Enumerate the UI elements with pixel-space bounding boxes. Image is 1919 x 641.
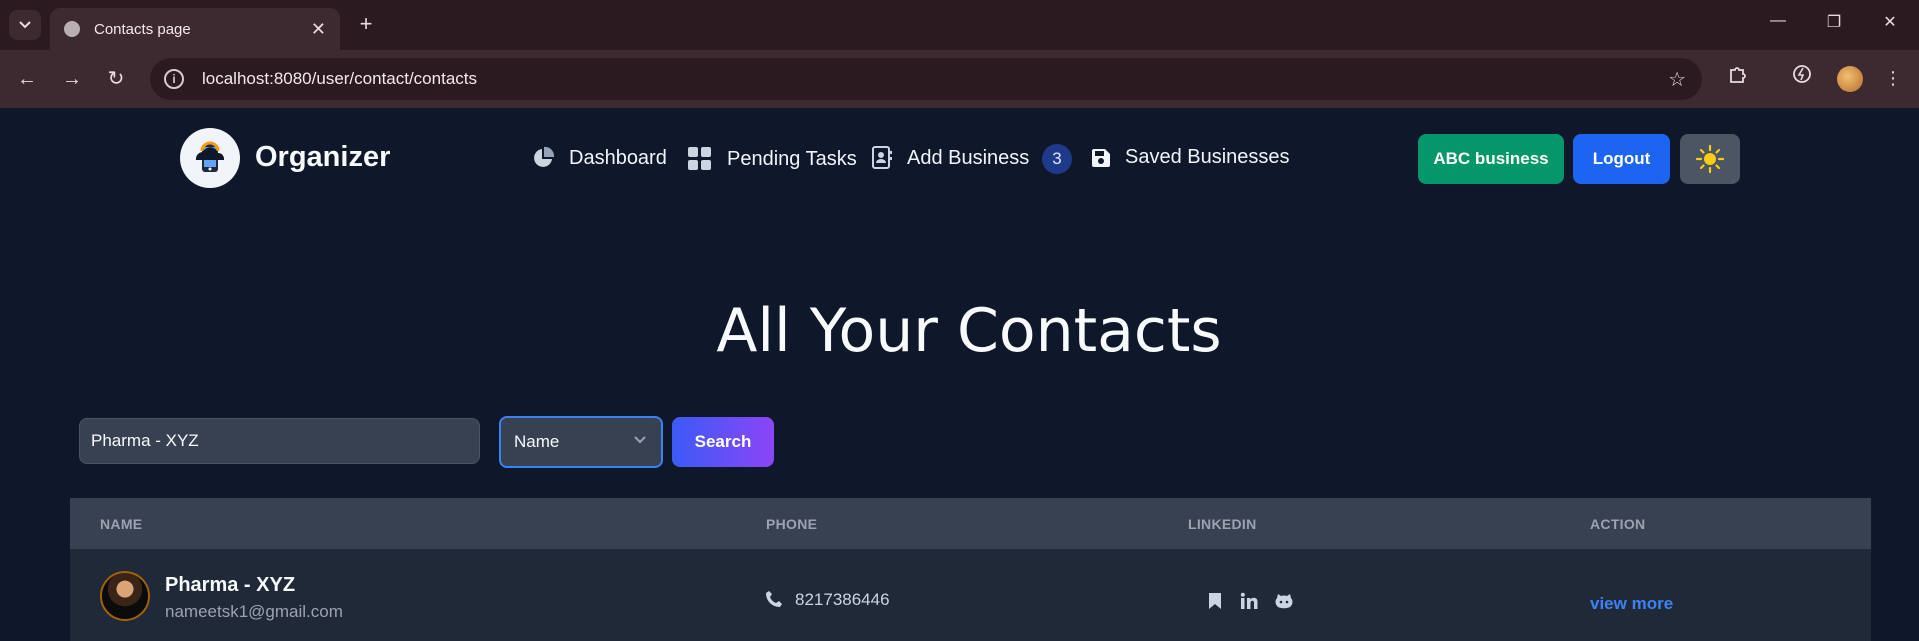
view-more-link[interactable]: view more [1590,594,1673,614]
search-field-select[interactable]: Name [499,416,663,468]
theme-toggle-button[interactable] [1680,134,1740,184]
close-tab-icon[interactable]: ✕ [311,19,326,40]
column-header-action: ACTION [1590,516,1646,532]
tab-title: Contacts page [94,20,191,38]
chevron-down-icon [634,436,646,444]
table-row: Pharma - XYZ nameetsk1@gmail.com 8217386… [70,549,1871,641]
nav-pending-tasks-label: Pending Tasks [727,147,857,170]
logout-button[interactable]: Logout [1573,134,1670,184]
phone-icon [766,591,782,607]
back-icon[interactable]: ← [15,67,39,91]
nav-pending-tasks[interactable]: Pending Tasks [687,146,857,172]
profile-avatar[interactable] [1837,66,1863,92]
column-header-name: NAME [100,516,143,532]
business-button[interactable]: ABC business [1418,134,1564,184]
nav-add-business-label: Add Business [907,146,1030,169]
nav-add-business[interactable]: Add Business [871,146,1029,170]
contact-email: nameetsk1@gmail.com [165,602,343,621]
reload-icon[interactable]: ↻ [104,67,128,91]
browser-toolbar: ← → ↻ i localhost:8080/user/contact/cont… [0,50,1919,108]
grid-icon [688,147,711,170]
github-icon[interactable] [1275,592,1293,610]
address-bar[interactable]: i localhost:8080/user/contact/contacts ☆ [150,58,1702,100]
search-button[interactable]: Search [672,417,774,467]
forward-icon[interactable]: → [60,67,84,91]
avatar [100,571,150,621]
pie-chart-icon [534,146,555,167]
contact-book-icon [872,146,892,169]
sun-icon [1695,144,1725,174]
nav-dashboard-label: Dashboard [569,146,667,169]
table-header: NAME PHONE LINKEDIN ACTION [70,498,1871,549]
contact-phone: 8217386446 [795,590,890,609]
column-header-linkedin: LINKEDIN [1188,516,1257,532]
chevron-down-icon [19,21,31,29]
globe-icon [64,21,80,37]
nav-saved-businesses-label: Saved Businesses [1125,146,1290,168]
tab-search-button[interactable] [9,10,41,40]
browser-tabstrip: Contacts page ✕ + — ❐ ✕ [0,0,1919,50]
bookmark-icon[interactable] [1208,592,1222,610]
contact-name: Pharma - XYZ [165,574,296,596]
url-text: localhost:8080/user/contact/contacts [202,69,477,88]
linkedin-icon[interactable] [1240,592,1258,610]
new-tab-button[interactable]: + [353,11,379,37]
brand-name[interactable]: Organizer [255,141,390,174]
page-title: All Your Contacts [716,296,1222,366]
logo-icon[interactable] [180,128,240,188]
close-window-icon[interactable]: ✕ [1880,12,1900,32]
search-input[interactable] [79,418,480,464]
main-content: All Your Contacts Name Search NAME PHONE… [0,208,1919,641]
performance-icon[interactable] [1788,64,1816,92]
minimize-icon[interactable]: — [1768,12,1788,30]
notification-badge: 3 [1042,144,1072,174]
floppy-disk-icon [1092,148,1110,167]
column-header-phone: PHONE [766,516,818,532]
search-field-selected: Name [514,432,560,451]
site-info-icon[interactable]: i [164,69,184,89]
extensions-icon[interactable] [1723,64,1751,92]
menu-icon[interactable]: ⋮ [1879,64,1907,92]
contacts-table: NAME PHONE LINKEDIN ACTION Pharma - XYZ … [70,498,1871,641]
nav-saved-businesses[interactable]: Saved Businesses [1091,146,1290,169]
nav-dashboard[interactable]: Dashboard [531,146,667,170]
restore-icon[interactable]: ❐ [1824,12,1844,32]
app-navbar: Organizer Dashboard Pending Tasks Add Bu… [0,108,1919,208]
bookmark-star-icon[interactable]: ☆ [1668,67,1686,92]
browser-tab[interactable]: Contacts page ✕ [50,8,340,50]
